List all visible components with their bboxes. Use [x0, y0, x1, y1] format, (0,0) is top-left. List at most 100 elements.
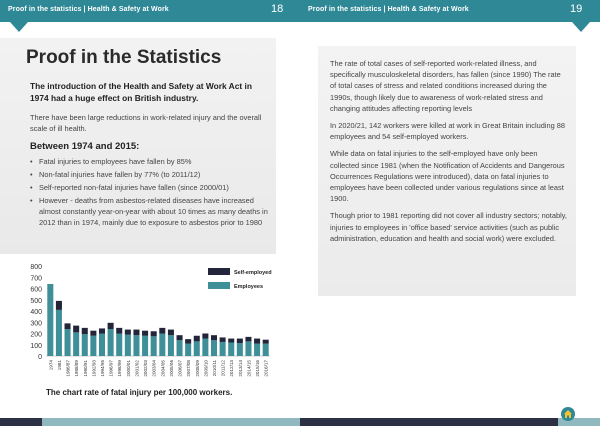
bar-self-employed — [81, 327, 88, 335]
header-tab — [10, 22, 28, 32]
bar-employees — [236, 343, 243, 356]
y-tick-label: 200 — [30, 332, 42, 339]
bar-self-employed — [167, 329, 174, 336]
bar-employees — [107, 329, 114, 356]
bar-self-employed — [176, 335, 183, 341]
header-title: Proof in the statistics | Health & Safet… — [308, 6, 469, 13]
x-tick-label: 1981 — [57, 360, 62, 371]
bar-employees — [90, 335, 97, 356]
bar-employees — [133, 335, 140, 356]
bar-self-employed — [133, 329, 140, 336]
x-tick-label: 1998/99 — [117, 360, 122, 377]
bar-employees — [202, 338, 209, 356]
x-tick-label: 2002/03 — [143, 360, 148, 377]
bar-employees — [73, 332, 80, 356]
x-tick-label: 2008/09 — [195, 360, 200, 377]
bar-employees — [219, 341, 226, 356]
bar-employees — [55, 309, 62, 356]
bar-self-employed — [150, 331, 157, 337]
x-tick-label: 1986/87 — [66, 360, 71, 377]
bar-self-employed — [228, 338, 235, 343]
bar-self-employed — [64, 323, 71, 329]
x-tick-label: 2014/15 — [246, 360, 251, 377]
bar-self-employed — [116, 327, 123, 334]
bullet-item: However - deaths from asbestos-related d… — [30, 195, 274, 228]
x-tick-label: 1990/91 — [83, 360, 88, 377]
x-tick-label: 2006/07 — [178, 360, 183, 377]
right-page-header: Proof in the statistics | Health & Safet… — [300, 0, 600, 22]
x-tick-label: 2000/01 — [126, 360, 131, 377]
subheading: Between 1974 and 2015: — [30, 141, 140, 152]
bar-self-employed — [262, 339, 269, 344]
bar-employees — [116, 333, 123, 356]
home-icon[interactable] — [561, 407, 575, 421]
bar-self-employed — [202, 333, 209, 339]
bar-employees — [176, 340, 183, 356]
bar-employees — [81, 334, 88, 356]
x-tick-label: 2012/13 — [229, 360, 234, 377]
bar-self-employed — [219, 337, 226, 342]
x-tick-label: 2003/04 — [152, 360, 157, 377]
x-tick-label: 2010/11 — [212, 360, 217, 377]
x-tick-label: 1992/93 — [91, 360, 96, 377]
x-tick-label: 1988/89 — [74, 360, 79, 377]
bar-employees — [193, 341, 200, 356]
header-tab — [572, 22, 590, 32]
header-title: Proof in the statistics | Health & Safet… — [8, 6, 169, 13]
bullet-list: Fatal injuries to employees have fallen … — [30, 156, 274, 230]
footer-bar — [0, 418, 42, 426]
legend-swatch-self-employed — [208, 268, 230, 275]
y-tick-label: 800 — [30, 264, 42, 271]
y-tick-label: 100 — [30, 343, 42, 350]
x-tick-label: 2011/12 — [221, 360, 226, 377]
bar-employees — [124, 334, 131, 356]
legend-label-employees: Employees — [234, 284, 263, 290]
y-tick-label: 300 — [30, 320, 42, 327]
y-tick-label: 0 — [38, 354, 42, 361]
page-number: 19 — [570, 3, 583, 15]
bar-employees — [142, 335, 149, 356]
x-tick-label: 1994/95 — [100, 360, 105, 377]
right-text: The rate of total cases of self-reported… — [330, 58, 568, 250]
lead-paragraph: The introduction of the Health and Safet… — [30, 81, 252, 103]
fatal-injury-chart: 0 100 200 300 400 500 600 700 800 1974 1981 1986/87… — [30, 264, 272, 377]
paragraph: The rate of total cases of self-reported… — [330, 59, 561, 113]
bullet-item: Self-reported non-fatal injuries have fa… — [30, 182, 274, 193]
paragraph: While data on fatal injuries to the self… — [330, 149, 565, 204]
bar-employees — [64, 329, 71, 356]
legend-swatch-employees — [208, 282, 230, 289]
y-tick-label: 500 — [30, 298, 42, 305]
bar-employees — [185, 343, 192, 356]
x-tick-label: 2013/14 — [238, 360, 243, 377]
footer-bar — [300, 418, 558, 426]
bar-employees — [228, 342, 235, 356]
bar-self-employed — [107, 322, 114, 329]
bar-self-employed — [90, 330, 97, 336]
bar-self-employed — [159, 327, 166, 334]
x-tick-label: 2001/02 — [134, 360, 139, 377]
paragraph: Though prior to 1981 reporting did not c… — [330, 211, 567, 243]
y-tick-label: 700 — [30, 275, 42, 282]
intro-paragraph: There have been large reductions in work… — [30, 113, 262, 133]
bar-self-employed — [245, 336, 252, 342]
bar-self-employed — [210, 335, 218, 341]
bullet-item: Non-fatal injuries have fallen by 77% (t… — [30, 169, 274, 180]
bar-employees — [98, 333, 106, 356]
bar-employees — [47, 284, 54, 356]
legend-label-self-employed: Self-employed — [234, 270, 272, 276]
bar-employees — [262, 343, 269, 356]
x-tick-label: 2005/06 — [169, 360, 174, 377]
y-tick-label: 600 — [30, 287, 42, 294]
bar-self-employed — [55, 300, 62, 310]
x-tick-label: 2016/17 — [264, 360, 269, 377]
bar-employees — [159, 333, 166, 356]
bar-employees — [254, 343, 261, 356]
bar-self-employed — [142, 330, 149, 336]
bar-employees — [245, 341, 252, 356]
bar-self-employed — [98, 328, 106, 334]
bar-employees — [167, 335, 174, 356]
left-page-header: Proof in the statistics | Health & Safet… — [0, 0, 300, 22]
bar-self-employed — [236, 338, 243, 344]
x-tick-label: 2007/08 — [186, 360, 191, 377]
footer-bar — [42, 418, 300, 426]
